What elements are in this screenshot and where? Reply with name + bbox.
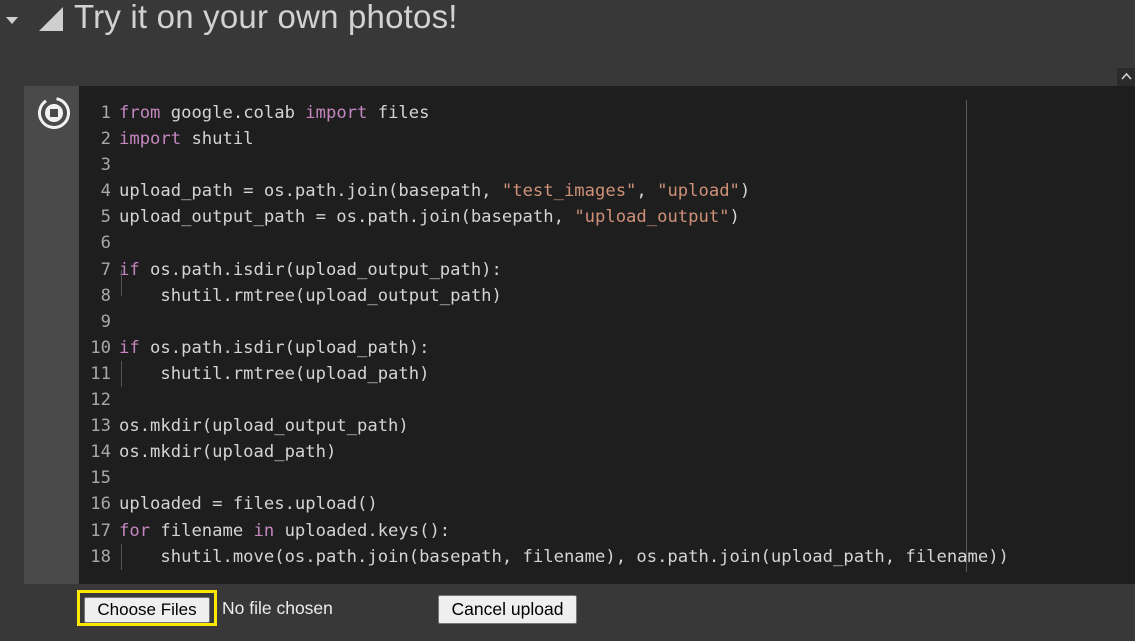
- code-line[interactable]: [119, 230, 1009, 256]
- no-file-chosen-text: No file chosen: [222, 598, 333, 618]
- code-token: shutil.rmtree(upload_output_path): [119, 285, 502, 306]
- code-token: google.colab: [160, 103, 306, 123]
- code-line[interactable]: [119, 309, 1009, 335]
- code-keyword: import: [119, 129, 182, 150]
- line-number: 17: [90, 520, 111, 541]
- code-line[interactable]: uploaded = files.upload(): [119, 491, 1009, 517]
- code-line[interactable]: upload_path = os.path.join(basepath, "te…: [119, 178, 1009, 204]
- cell-output: Choose Files No file chosen Cancel uploa…: [24, 584, 1135, 641]
- code-token: upload_output_path = os.path.join(basepa…: [119, 207, 575, 228]
- code-token: uploaded.keys():: [274, 520, 451, 541]
- code-token: os.path.isdir(upload_output_path):: [139, 259, 502, 280]
- code-keyword: import: [305, 103, 368, 123]
- section-title: Try it on your own photos!: [74, 0, 458, 35]
- code-line[interactable]: [119, 152, 1009, 178]
- indent-guide: [121, 544, 122, 570]
- line-number: 12: [90, 390, 111, 411]
- code-keyword: from: [119, 103, 161, 123]
- code-token: shutil.rmtree(upload_path): [119, 363, 430, 384]
- code-token: shutil.move(os.path.join(basepath, filen…: [119, 546, 1009, 567]
- run-cell-icon[interactable]: [37, 96, 71, 130]
- code-keyword: if: [119, 259, 140, 280]
- highlight-box: Choose Files: [77, 590, 217, 626]
- code-string: "test_images": [501, 181, 637, 202]
- line-number: 2: [100, 129, 111, 150]
- code-line[interactable]: os.mkdir(upload_output_path): [119, 413, 1009, 439]
- line-number: 4: [100, 181, 111, 202]
- code-token: os.mkdir(upload_output_path): [119, 416, 409, 437]
- code-editor[interactable]: 1 2 3 4 5 6 7 8 9 10 11 12 13 14 15 16 17 18 from google.…: [79, 86, 1135, 584]
- caret-down-icon[interactable]: [6, 17, 18, 24]
- code-line[interactable]: os.mkdir(upload_path): [119, 439, 1009, 465]
- code-line[interactable]: [119, 465, 1009, 491]
- code-line[interactable]: import shutil: [119, 126, 1009, 152]
- line-number: 18: [90, 546, 111, 567]
- indent-guide: [121, 361, 122, 387]
- line-number: 10: [90, 337, 111, 358]
- line-number: 5: [100, 207, 111, 228]
- code-keyword: if: [119, 337, 140, 358]
- code-line[interactable]: shutil.move(os.path.join(basepath, filen…: [119, 544, 1009, 570]
- line-number: 1: [100, 103, 111, 123]
- code-line[interactable]: from google.colab import files: [119, 100, 1009, 126]
- code-keyword: for: [119, 520, 151, 541]
- code-line[interactable]: shutil.rmtree(upload_path): [119, 361, 1009, 387]
- code-line[interactable]: shutil.rmtree(upload_output_path): [119, 283, 1009, 309]
- code-line[interactable]: upload_output_path = os.path.join(basepa…: [119, 204, 1009, 230]
- line-number: 14: [90, 442, 111, 463]
- code-token: uploaded = files.upload(): [119, 494, 378, 515]
- code-cell: 1 2 3 4 5 6 7 8 9 10 11 12 13 14 15 16 17 18 from google.…: [24, 86, 1135, 641]
- code-token: ): [739, 181, 751, 202]
- code-token: os.path.isdir(upload_path):: [139, 337, 430, 358]
- code-lines[interactable]: from google.colab import files import shu…: [119, 100, 1009, 570]
- line-number: 16: [90, 494, 111, 515]
- line-number: 6: [100, 233, 111, 254]
- indent-guide: [121, 270, 122, 296]
- code-line[interactable]: if os.path.isdir(upload_path):: [119, 335, 1009, 361]
- column-ruler: [966, 100, 967, 572]
- section-header: Try it on your own photos!: [0, 0, 1135, 88]
- line-number: 8: [100, 285, 111, 306]
- line-number: 15: [90, 468, 111, 489]
- code-line[interactable]: [119, 387, 1009, 413]
- cancel-upload-button[interactable]: Cancel upload: [438, 595, 577, 624]
- code-token: os.mkdir(upload_path): [119, 442, 337, 463]
- line-numbers: 1 2 3 4 5 6 7 8 9 10 11 12 13 14 15 16 17 18: [79, 100, 111, 570]
- code-token: filename: [150, 520, 254, 541]
- line-number: 7: [100, 259, 111, 280]
- code-line[interactable]: if os.path.isdir(upload_output_path):: [119, 257, 1009, 283]
- code-token: shutil: [181, 129, 254, 150]
- line-number: 11: [90, 363, 111, 384]
- cell-gutter: [24, 86, 79, 584]
- code-string: "upload": [657, 181, 740, 202]
- triangle-icon: [39, 7, 63, 31]
- line-number: 13: [90, 416, 111, 437]
- code-line[interactable]: for filename in uploaded.keys():: [119, 518, 1009, 544]
- code-token: upload_path = os.path.join(basepath,: [119, 181, 502, 202]
- code-string: "upload_output": [574, 207, 730, 228]
- code-token: files: [367, 103, 430, 123]
- chevron-up-icon[interactable]: [1117, 68, 1135, 88]
- line-number: 9: [100, 311, 111, 332]
- code-token: ): [729, 207, 740, 228]
- code-keyword: in: [253, 520, 275, 541]
- code-token: ,: [636, 181, 658, 202]
- choose-files-button[interactable]: Choose Files: [84, 597, 210, 623]
- line-number: 3: [100, 155, 111, 176]
